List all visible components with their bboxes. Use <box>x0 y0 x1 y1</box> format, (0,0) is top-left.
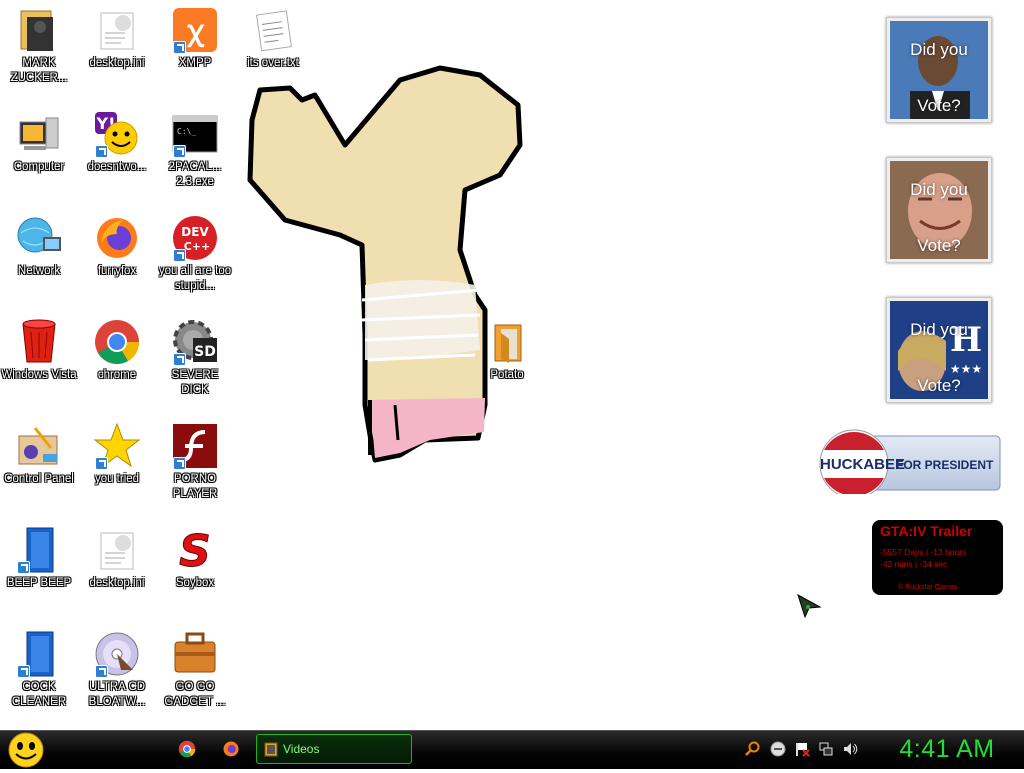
gear-sd-icon: SD <box>171 318 219 366</box>
network-icon <box>15 214 63 262</box>
desktop-icon-computer[interactable]: Computer <box>0 104 78 175</box>
desktop-icon-beep-beep[interactable]: BEEP BEEP <box>0 520 78 591</box>
desktop-icon-2pacal[interactable]: C:\_ 2PACAL... 2.3.exe <box>156 104 234 190</box>
gta-countdown: -5557 Days | -13 hours -42 mins | -34 se… <box>880 546 966 570</box>
briefcase-icon <box>171 630 219 678</box>
dev-cpp-icon: DEV C++ <box>171 214 219 262</box>
svg-text:C++: C++ <box>184 240 211 253</box>
soybox-icon: S <box>171 526 219 574</box>
gta-countdown-line1: -5557 Days | -13 hours <box>880 547 967 557</box>
ini-file-icon <box>93 6 141 54</box>
svg-text:S: S <box>179 526 211 574</box>
desktop-icon-xmpp[interactable]: ꭓ XMPP <box>156 0 234 71</box>
volume-icon[interactable] <box>842 741 858 757</box>
firefox-quicklaunch-icon[interactable] <box>222 740 240 758</box>
svg-text:★★★: ★★★ <box>950 362 982 376</box>
cd-icon <box>93 630 141 678</box>
svg-text:SD: SD <box>194 344 216 360</box>
desktop-icon-windows-vista[interactable]: Windows Vista <box>0 312 78 383</box>
chrome-icon <box>93 318 141 366</box>
photo-gadget-2[interactable]: Did you Vote? <box>886 157 992 263</box>
desktop-icon-control-panel[interactable]: Control Panel <box>0 416 78 487</box>
yahoo-messenger-icon: Y! <box>93 110 141 158</box>
desktop-icon-soybox[interactable]: S Soybox <box>156 520 234 591</box>
huckabee-tagline: FOR PRESIDENT <box>896 458 994 472</box>
messenger-tray-icon[interactable] <box>770 741 786 757</box>
photo-gadget-3[interactable]: H ★★★ Did you Vote? <box>886 297 992 403</box>
huckabee-gadget[interactable]: HUCKABEE FOR PRESIDENT <box>818 428 1002 494</box>
gta-countdown-line2: -42 mins | -34 sec <box>880 559 948 569</box>
blue-panel-icon <box>15 526 63 574</box>
desktop-icon-severe-dick[interactable]: SD SEVERE DICK <box>156 312 234 398</box>
taskbar-clock[interactable]: 4:41 AM <box>880 735 1014 764</box>
star-icon <box>93 422 141 470</box>
photo-gadget-1[interactable]: Did you Vote? <box>886 17 992 123</box>
firefox-icon <box>93 214 141 262</box>
flash-player-icon <box>171 422 219 470</box>
desktop-icon-furryfox[interactable]: furryfox <box>78 208 156 279</box>
hand-drawing <box>247 65 523 463</box>
desktop-icon-mark-zucker[interactable]: MARK ZUCKER... <box>0 0 78 86</box>
blue-panel-icon <box>15 630 63 678</box>
desktop-icon-porno-player[interactable]: PORNO PLAYER <box>156 416 234 502</box>
desktop-icon-desktop-ini-2[interactable]: desktop.ini <box>78 520 156 591</box>
search-icon[interactable] <box>744 741 760 757</box>
desktop-icon-go-go-gadget[interactable]: GO GO GADGET ... <box>156 624 234 710</box>
smiley-start-icon <box>8 732 44 768</box>
control-panel-icon <box>15 422 63 470</box>
huckabee-name: HUCKABEE <box>820 456 906 473</box>
desktop-icon-ultra-cd-bloatware[interactable]: ULTRA CD BLOATW... <box>78 624 156 710</box>
network-tray-icon[interactable] <box>818 741 834 757</box>
action-center-flag-icon[interactable] <box>794 741 810 757</box>
fist-folder-icon <box>15 6 63 54</box>
desktop-icon-its-over[interactable]: its over.txt <box>234 0 312 71</box>
start-button[interactable] <box>6 732 46 768</box>
desktop: MARK ZUCKER... desktop.ini ꭓ XMPP its ov… <box>0 0 1024 730</box>
desktop-icon-cock-cleaner[interactable]: COCK CLEANER <box>0 624 78 710</box>
command-prompt-icon: C:\_ <box>171 110 219 158</box>
gta-footer: © Rockstar Games <box>898 584 958 591</box>
gta-title: GTA:IV Trailer <box>880 523 973 539</box>
svg-text:C:\_: C:\_ <box>177 127 196 136</box>
desktop-icon-network[interactable]: Network <box>0 208 78 279</box>
desktop-icon-chrome[interactable]: chrome <box>78 312 156 383</box>
computer-icon <box>15 110 63 158</box>
taskbar: Videos 4:41 AM <box>0 730 1024 769</box>
videos-folder-icon <box>264 742 278 757</box>
desktop-icon-desktop-ini-1[interactable]: desktop.ini <box>78 0 156 71</box>
mouse-cursor-icon <box>797 593 822 619</box>
taskbar-button-videos[interactable]: Videos <box>256 734 412 764</box>
xampp-icon: ꭓ <box>171 6 219 54</box>
gta-countdown-gadget[interactable]: GTA:IV Trailer -5557 Days | -13 hours -4… <box>872 520 1003 595</box>
desktop-icon-potato[interactable]: Potato <box>468 312 546 383</box>
desktop-icon-doesntwo[interactable]: Y! doesntwo... <box>78 104 156 175</box>
desktop-icon-you-all-are-too-stupid[interactable]: DEV C++ you all are too stupid... <box>156 208 234 294</box>
text-file-icon <box>249 6 297 54</box>
ini-file-icon <box>93 526 141 574</box>
desktop-icon-you-tried[interactable]: you tried <box>78 416 156 487</box>
svg-text:DEV: DEV <box>181 225 209 239</box>
recycle-bin-icon <box>15 318 63 366</box>
svg-text:ꭓ: ꭓ <box>186 14 205 48</box>
chrome-quicklaunch-icon[interactable] <box>178 740 196 758</box>
folder-icon <box>483 318 531 366</box>
